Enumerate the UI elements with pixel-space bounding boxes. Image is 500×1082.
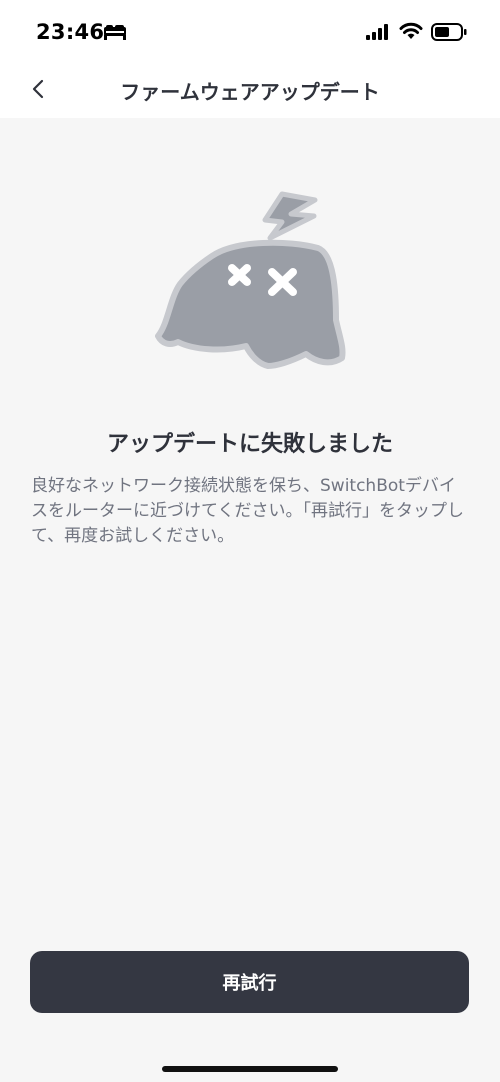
status-time: 23:46	[36, 20, 105, 44]
battery-icon	[431, 23, 467, 41]
error-title: アップデートに失敗しました	[106, 432, 393, 457]
signal-icon	[366, 24, 388, 40]
home-indicator	[162, 1066, 338, 1072]
retry-button-label: 再試行	[222, 973, 277, 994]
bed-icon	[104, 25, 126, 40]
retry-button[interactable]: 再試行	[30, 951, 469, 1013]
error-message: 良好なネットワーク接続状態を保ち、SwitchBotデバイスをルーターに近づけて…	[31, 476, 464, 546]
nav-bar: ファームウェアアップデート	[0, 64, 500, 118]
status-bar: 23:46	[0, 0, 500, 64]
sad-robot-icon	[155, 191, 346, 369]
page-title: ファームウェアアップデート	[120, 80, 380, 104]
wifi-icon	[399, 22, 423, 39]
